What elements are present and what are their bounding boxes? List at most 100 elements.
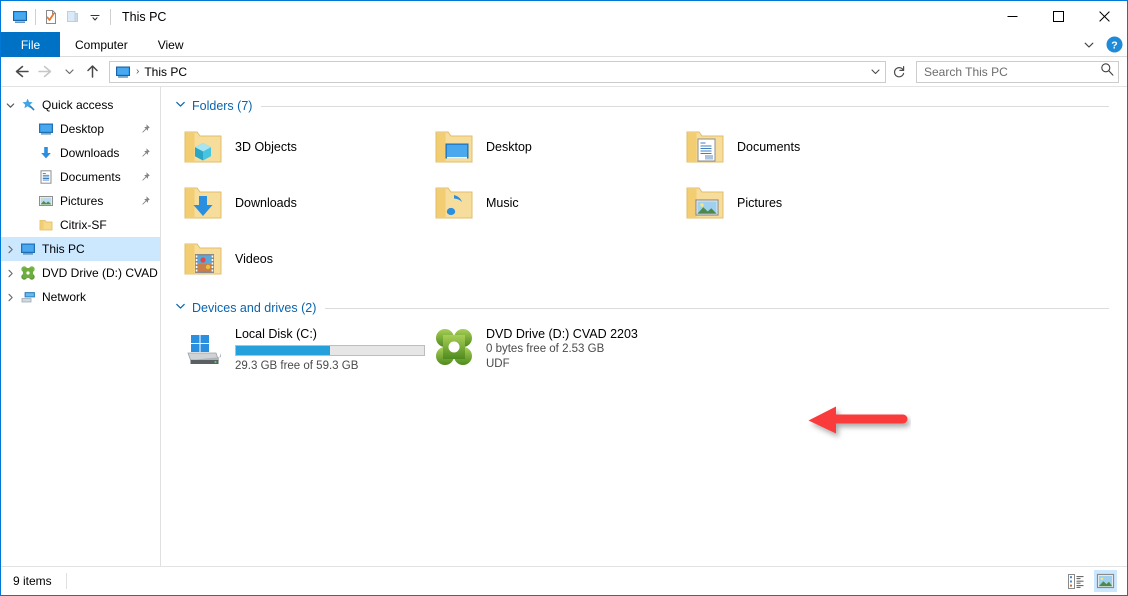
- breadcrumb-dropdown-chevron-icon[interactable]: [870, 62, 881, 82]
- sidebar-item-quick-access[interactable]: Quick access: [1, 93, 160, 117]
- folder-documents-icon: [681, 123, 729, 171]
- folder-item-videos[interactable]: Videos: [179, 231, 430, 287]
- sidebar-item-label: This PC: [42, 242, 85, 256]
- sidebar-item-pictures[interactable]: Pictures: [1, 189, 160, 213]
- status-separator: [65, 573, 67, 589]
- group-divider: [261, 105, 1109, 107]
- folder-pictures-icon: [681, 179, 729, 227]
- maximize-button[interactable]: [1035, 1, 1081, 32]
- customize-chevron-icon[interactable]: [84, 6, 106, 28]
- chevron-right-icon[interactable]: [1, 269, 19, 278]
- drive-name: DVD Drive (D:) CVAD 2203: [486, 327, 638, 341]
- sidebar-item-label: DVD Drive (D:) CVAD: [42, 266, 158, 280]
- sidebar-item-dvd-drive[interactable]: DVD Drive (D:) CVAD: [1, 261, 160, 285]
- folder-item-documents[interactable]: Documents: [681, 119, 932, 175]
- search-box[interactable]: [916, 60, 1119, 83]
- explorer-body: Quick access Desktop Downloads Documents…: [1, 87, 1127, 566]
- ribbon-tab-bar: File Computer View ?: [1, 32, 1127, 57]
- help-icon[interactable]: ?: [1106, 36, 1123, 53]
- group-header-folders[interactable]: Folders (7): [161, 95, 1127, 117]
- sidebar-item-label: Pictures: [60, 194, 104, 208]
- new-folder-icon[interactable]: [62, 6, 84, 28]
- drive-name: Local Disk (C:): [235, 327, 317, 341]
- details-view-button[interactable]: [1065, 570, 1088, 592]
- chevron-down-icon[interactable]: [1, 101, 19, 110]
- expand-ribbon-chevron-icon[interactable]: [1080, 36, 1098, 54]
- folder-3d-objects-icon: [179, 123, 227, 171]
- large-icons-view-button[interactable]: [1094, 570, 1117, 592]
- folder-videos-icon: [179, 235, 227, 283]
- sidebar-item-network[interactable]: Network: [1, 285, 160, 309]
- group-title: Folders (7): [192, 99, 253, 113]
- sidebar-item-label: Documents: [60, 170, 121, 184]
- forward-button[interactable]: [33, 60, 59, 84]
- star-pin-icon: [19, 96, 37, 114]
- downloads-icon: [37, 144, 55, 162]
- navigation-pane: Quick access Desktop Downloads Documents…: [1, 87, 161, 566]
- chevron-right-icon[interactable]: [1, 293, 19, 302]
- this-pc-icon[interactable]: [9, 6, 31, 28]
- documents-icon: [37, 168, 55, 186]
- sidebar-item-label: Quick access: [42, 98, 114, 112]
- drive-filesystem-text: UDF: [486, 358, 510, 370]
- drive-item-dvd-drive-d[interactable]: DVD Drive (D:) CVAD 2203 0 bytes free of…: [430, 321, 681, 381]
- chevron-right-icon[interactable]: [1, 245, 19, 254]
- window-controls: [989, 1, 1127, 32]
- red-arrow-annotation: [807, 403, 911, 441]
- folder-desktop-icon: [430, 123, 478, 171]
- back-button[interactable]: [7, 60, 33, 84]
- folder-item-3d-objects[interactable]: 3D Objects: [179, 119, 430, 175]
- qat-separator-2: [110, 8, 111, 25]
- folder-downloads-icon: [179, 179, 227, 227]
- dvd-drive-icon: [430, 323, 478, 371]
- tab-computer[interactable]: Computer: [60, 32, 143, 57]
- breadcrumb-item-this-pc[interactable]: This PC: [144, 65, 187, 79]
- sidebar-item-documents[interactable]: Documents: [1, 165, 160, 189]
- close-button[interactable]: [1081, 1, 1127, 32]
- folder-item-label: 3D Objects: [235, 140, 297, 154]
- folder-item-pictures[interactable]: Pictures: [681, 175, 932, 231]
- folder-item-label: Videos: [235, 252, 273, 266]
- folder-item-music[interactable]: Music: [430, 175, 681, 231]
- chevron-down-icon[interactable]: [175, 301, 186, 315]
- search-icon: [1100, 62, 1114, 81]
- tab-file[interactable]: File: [1, 32, 60, 57]
- item-count-label: 9 items: [13, 574, 52, 588]
- file-explorer-window: This PC File Computer View ? › This PC S…: [0, 0, 1128, 596]
- sidebar-item-this-pc[interactable]: This PC: [1, 237, 160, 261]
- folder-item-label: Downloads: [235, 196, 297, 210]
- pin-icon[interactable]: [139, 170, 151, 188]
- drive-info: Local Disk (C:) 29.3 GB free of 59.3 GB: [235, 323, 425, 374]
- sidebar-item-label: Desktop: [60, 122, 105, 136]
- breadcrumb-bar[interactable]: › This PC: [109, 60, 886, 83]
- pin-icon[interactable]: [139, 194, 151, 212]
- tab-view[interactable]: View: [143, 32, 199, 57]
- pin-icon[interactable]: [139, 122, 151, 140]
- this-pc-icon: [19, 240, 37, 258]
- local-disk-icon: [179, 323, 227, 371]
- group-header-devices-and-drives[interactable]: Devices and drives (2): [161, 297, 1127, 319]
- pin-icon[interactable]: [139, 146, 151, 164]
- folder-item-desktop[interactable]: Desktop: [430, 119, 681, 175]
- sidebar-item-desktop[interactable]: Desktop: [1, 117, 160, 141]
- desktop-icon: [37, 120, 55, 138]
- drive-capacity-text: 0 bytes free of 2.53 GB: [486, 343, 605, 355]
- address-bar: › This PC: [1, 57, 1127, 87]
- svg-text:?: ?: [1111, 39, 1117, 51]
- sidebar-item-citrix-sf[interactable]: Citrix-SF: [1, 213, 160, 237]
- drive-item-local-disk-c[interactable]: Local Disk (C:) 29.3 GB free of 59.3 GB: [179, 321, 430, 381]
- up-button[interactable]: [79, 60, 105, 84]
- refresh-button[interactable]: [888, 61, 910, 83]
- folder-item-label: Pictures: [737, 196, 783, 210]
- recent-locations-chevron-icon[interactable]: [59, 60, 79, 84]
- folder-item-downloads[interactable]: Downloads: [179, 175, 430, 231]
- sidebar-item-label: Downloads: [60, 146, 120, 160]
- properties-icon[interactable]: [40, 6, 62, 28]
- sidebar-item-downloads[interactable]: Downloads: [1, 141, 160, 165]
- minimize-button[interactable]: [989, 1, 1035, 32]
- search-input[interactable]: [924, 64, 1100, 79]
- folder-item-label: Desktop: [486, 140, 532, 154]
- chevron-down-icon[interactable]: [175, 99, 186, 113]
- pictures-icon: [37, 192, 55, 210]
- group-divider: [325, 307, 1109, 309]
